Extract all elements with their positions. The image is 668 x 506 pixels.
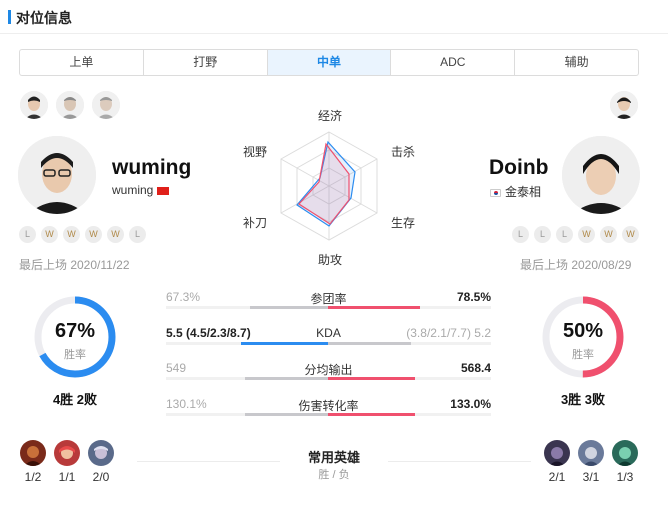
left-record: 4胜 2败 <box>52 392 98 407</box>
left-recent-results: L W W W W L <box>19 226 146 243</box>
stat-right-value: (3.8/2.1/7.7) 5.2 <box>406 326 491 340</box>
radar-label-survival: 生存 <box>391 216 416 230</box>
stat-compare-bar <box>166 306 491 309</box>
right-hero-3-icon[interactable] <box>612 440 638 466</box>
opponent-teammate-avatar[interactable] <box>610 91 638 119</box>
result-badge: W <box>578 226 595 243</box>
left-hero-3-score: 2/0 <box>92 470 110 484</box>
stat-right-value: 133.0% <box>450 397 491 411</box>
stat-compare-bar <box>166 377 491 380</box>
result-badge: L <box>19 226 36 243</box>
result-badge: W <box>107 226 124 243</box>
right-winrate-caption: 胜率 <box>572 349 594 361</box>
stat-compare-bar <box>166 342 491 345</box>
stat-left-bar <box>241 342 328 345</box>
result-badge: W <box>600 226 617 243</box>
position-tabs: 上单 打野 中单 ADC 辅助 <box>19 49 639 76</box>
tab-top[interactable]: 上单 <box>20 50 144 75</box>
result-badge: L <box>512 226 529 243</box>
stat-row-damage-conversion: 130.1% 伤害转化率 133.0% <box>166 397 491 421</box>
stat-compare-bar <box>166 413 491 416</box>
right-player-avatar[interactable] <box>562 136 640 214</box>
radar-label-vision: 视野 <box>243 145 268 159</box>
left-player-realname: wuming <box>112 183 170 197</box>
right-record: 3胜 3败 <box>560 392 606 407</box>
right-recent-results: L L L W W W <box>512 226 639 243</box>
right-hero-3-score: 1/3 <box>616 470 634 484</box>
right-player-realname-text: 金泰相 <box>505 185 542 199</box>
tab-adc[interactable]: ADC <box>391 50 516 75</box>
radar-label-economy: 经济 <box>318 109 343 123</box>
stat-right-bar <box>328 413 415 416</box>
right-last-played: 最后上场 2020/08/29 <box>520 258 632 272</box>
stat-right-bar <box>328 377 415 380</box>
stat-row-participation: 67.3% 参团率 78.5% <box>166 290 491 314</box>
result-badge: W <box>63 226 80 243</box>
radar-label-cs: 补刀 <box>243 216 268 230</box>
left-hero-2-icon[interactable] <box>54 440 80 466</box>
teammate-avatar[interactable] <box>56 91 84 119</box>
tab-jungle[interactable]: 打野 <box>144 50 268 75</box>
header-accent-bar <box>8 10 11 24</box>
teammate-avatar[interactable] <box>20 91 48 119</box>
right-hero-2-score: 3/1 <box>582 470 600 484</box>
radar-chart <box>280 131 378 241</box>
stat-right-value: 568.4 <box>460 361 491 375</box>
radar-right-player-shape <box>298 142 350 225</box>
radar-label-kills: 击杀 <box>391 145 416 159</box>
section-title: 对位信息 <box>16 10 72 26</box>
right-hero-1-icon[interactable] <box>544 440 570 466</box>
stat-label: 分均输出 <box>304 363 353 377</box>
stat-right-value: 78.5% <box>456 290 491 304</box>
result-badge: L <box>129 226 146 243</box>
left-hero-3-icon[interactable] <box>88 440 114 466</box>
left-hero-1-score: 1/2 <box>24 470 42 484</box>
tab-support[interactable]: 辅助 <box>515 50 638 75</box>
china-flag-icon <box>157 186 170 195</box>
right-hero-2-icon[interactable] <box>578 440 604 466</box>
section-header: 对位信息 <box>0 0 668 34</box>
stat-right-bar <box>328 342 412 345</box>
right-winrate-value: 50% <box>562 320 604 342</box>
left-winrate-value: 67% <box>54 320 96 342</box>
left-hero-2-score: 1/1 <box>58 470 76 484</box>
korea-flag-icon <box>490 188 501 197</box>
left-player-realname-text: wuming <box>112 183 154 197</box>
stat-right-bar <box>328 306 420 309</box>
result-badge: W <box>622 226 639 243</box>
stat-label: 参团率 <box>310 292 347 306</box>
left-winrate-caption: 胜率 <box>64 349 86 361</box>
tab-mid[interactable]: 中单 <box>267 50 392 75</box>
left-hero-1-icon[interactable] <box>20 440 46 466</box>
result-badge: L <box>534 226 551 243</box>
right-player-realname: 金泰相 <box>490 183 541 200</box>
stat-left-bar <box>244 377 328 380</box>
radar-label-assists: 助攻 <box>318 253 343 267</box>
stat-label: 伤害转化率 <box>298 399 359 413</box>
result-badge: W <box>41 226 58 243</box>
stat-left-bar <box>249 306 328 309</box>
stat-row-kda: 5.5 (4.5/2.3/8.7) KDA (3.8/2.1/7.7) 5.2 <box>166 326 491 350</box>
left-last-played: 最后上场 2020/11/22 <box>19 258 130 272</box>
result-badge: W <box>85 226 102 243</box>
left-player-name[interactable]: wuming <box>112 156 191 180</box>
result-badge: L <box>556 226 573 243</box>
right-hero-1-score: 2/1 <box>548 470 566 484</box>
stat-row-damage-per-min: 549 分均输出 568.4 <box>166 361 491 385</box>
right-player-name[interactable]: Doinb <box>489 156 548 180</box>
stat-left-bar <box>244 413 328 416</box>
teammate-avatar[interactable] <box>92 91 120 119</box>
left-player-avatar[interactable] <box>18 136 96 214</box>
